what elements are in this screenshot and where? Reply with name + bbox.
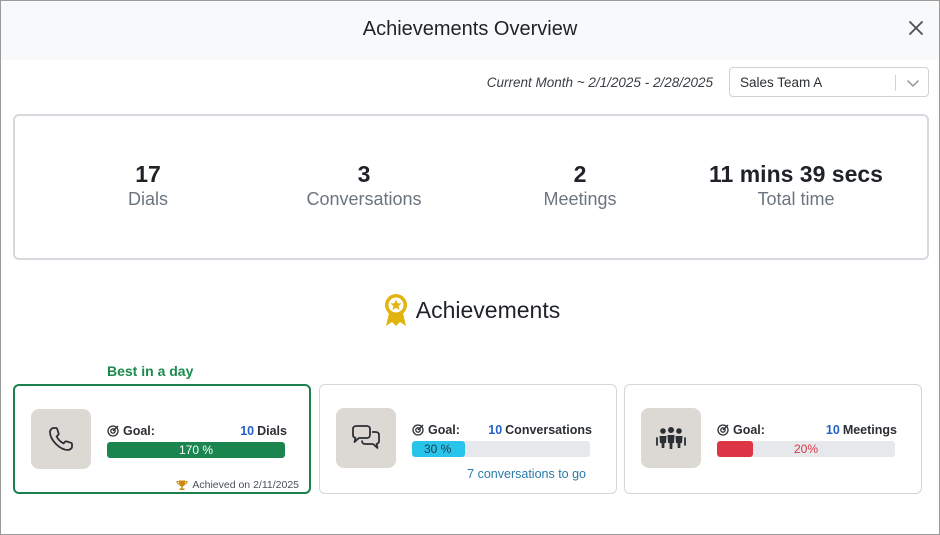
stat-value: 3 [357, 161, 371, 187]
meeting-group-icon [656, 427, 686, 449]
progress-text: 170 % [178, 443, 214, 457]
stat-value: 2 [573, 161, 587, 187]
achievements-heading: Achievements [1, 293, 940, 332]
achievement-card-dials[interactable]: Goal: 10 Dials 170 % Achieved on 2/11/202… [13, 384, 311, 494]
target-icon [412, 424, 424, 436]
achievement-card-conversations[interactable]: Goal: 10 Conversations 30 % 7 conversatio… [319, 384, 617, 494]
goal-number: 10 [825, 423, 840, 437]
progress-bar: 170 % [107, 442, 285, 458]
achievement-icon-box [31, 409, 91, 469]
progress-bar: 20% [717, 441, 895, 457]
stat-label: Total time [757, 189, 835, 209]
goal-number: 10 [488, 423, 503, 437]
progress-bar: 30 % [412, 441, 590, 457]
goal-label: Goal: [428, 423, 460, 437]
phone-icon [49, 427, 73, 451]
stat-value: 11 mins 39 secs [709, 161, 883, 187]
goal-unit: Conversations [505, 423, 592, 437]
dialog-header: Achievements Overview [1, 1, 939, 60]
stat-value: 17 [135, 161, 161, 187]
stat-dials: 17 Dials [33, 161, 263, 211]
chat-bubbles-icon [352, 425, 380, 449]
dialog-title: Achievements Overview [362, 18, 578, 40]
stat-conversations: 3 Conversations [249, 161, 479, 211]
stats-summary-card: 17 Dials 3 Conversations 2 Meetings 11 m… [13, 114, 929, 260]
close-button[interactable] [907, 19, 925, 37]
progress-text: 30 % [424, 442, 452, 456]
stat-label: Dials [127, 189, 168, 209]
progress-text: 20% [793, 442, 819, 456]
achievement-card-meetings[interactable]: Goal: 10 Meetings 20% [624, 384, 922, 494]
chevron-down-icon [907, 80, 919, 87]
goal-row: Goal: 10 Meetings [717, 423, 897, 439]
achievements-window: Achievements Overview Current Month ~ 2/… [0, 0, 940, 535]
medal-icon [384, 294, 407, 326]
trophy-icon [176, 480, 188, 490]
achievement-icon-box [336, 408, 396, 468]
goal-row: Goal: 10 Dials [107, 424, 287, 440]
select-separator [895, 75, 896, 91]
goal-row: Goal: 10 Conversations [412, 423, 592, 439]
target-icon [717, 424, 729, 436]
team-select[interactable]: Sales Team A [729, 67, 929, 97]
period-label: Current Month ~ 2/1/2025 - 2/28/2025 [486, 75, 713, 90]
goal-number: 10 [240, 424, 255, 438]
best-in-day-label: Best in a day [107, 363, 194, 379]
goal-unit: Dials [257, 424, 287, 438]
goal-label: Goal: [733, 423, 765, 437]
goal-unit: Meetings [842, 423, 897, 437]
team-select-value: Sales Team A [740, 75, 823, 90]
target-icon [107, 425, 119, 437]
achievement-icon-box [641, 408, 701, 468]
stat-label: Conversations [306, 189, 422, 209]
stat-meetings: 2 Meetings [465, 161, 695, 211]
achieved-note: Achieved on 2/11/2025 [176, 479, 299, 491]
achieved-date: Achieved on 2/11/2025 [192, 479, 299, 491]
stat-label: Meetings [543, 189, 617, 209]
close-icon [909, 21, 923, 35]
achievements-title: Achievements [415, 296, 561, 323]
goal-label: Goal: [123, 424, 155, 438]
stat-total-time: 11 mins 39 secs Total time [681, 161, 911, 211]
remaining-note: 7 conversations to go [467, 467, 586, 481]
